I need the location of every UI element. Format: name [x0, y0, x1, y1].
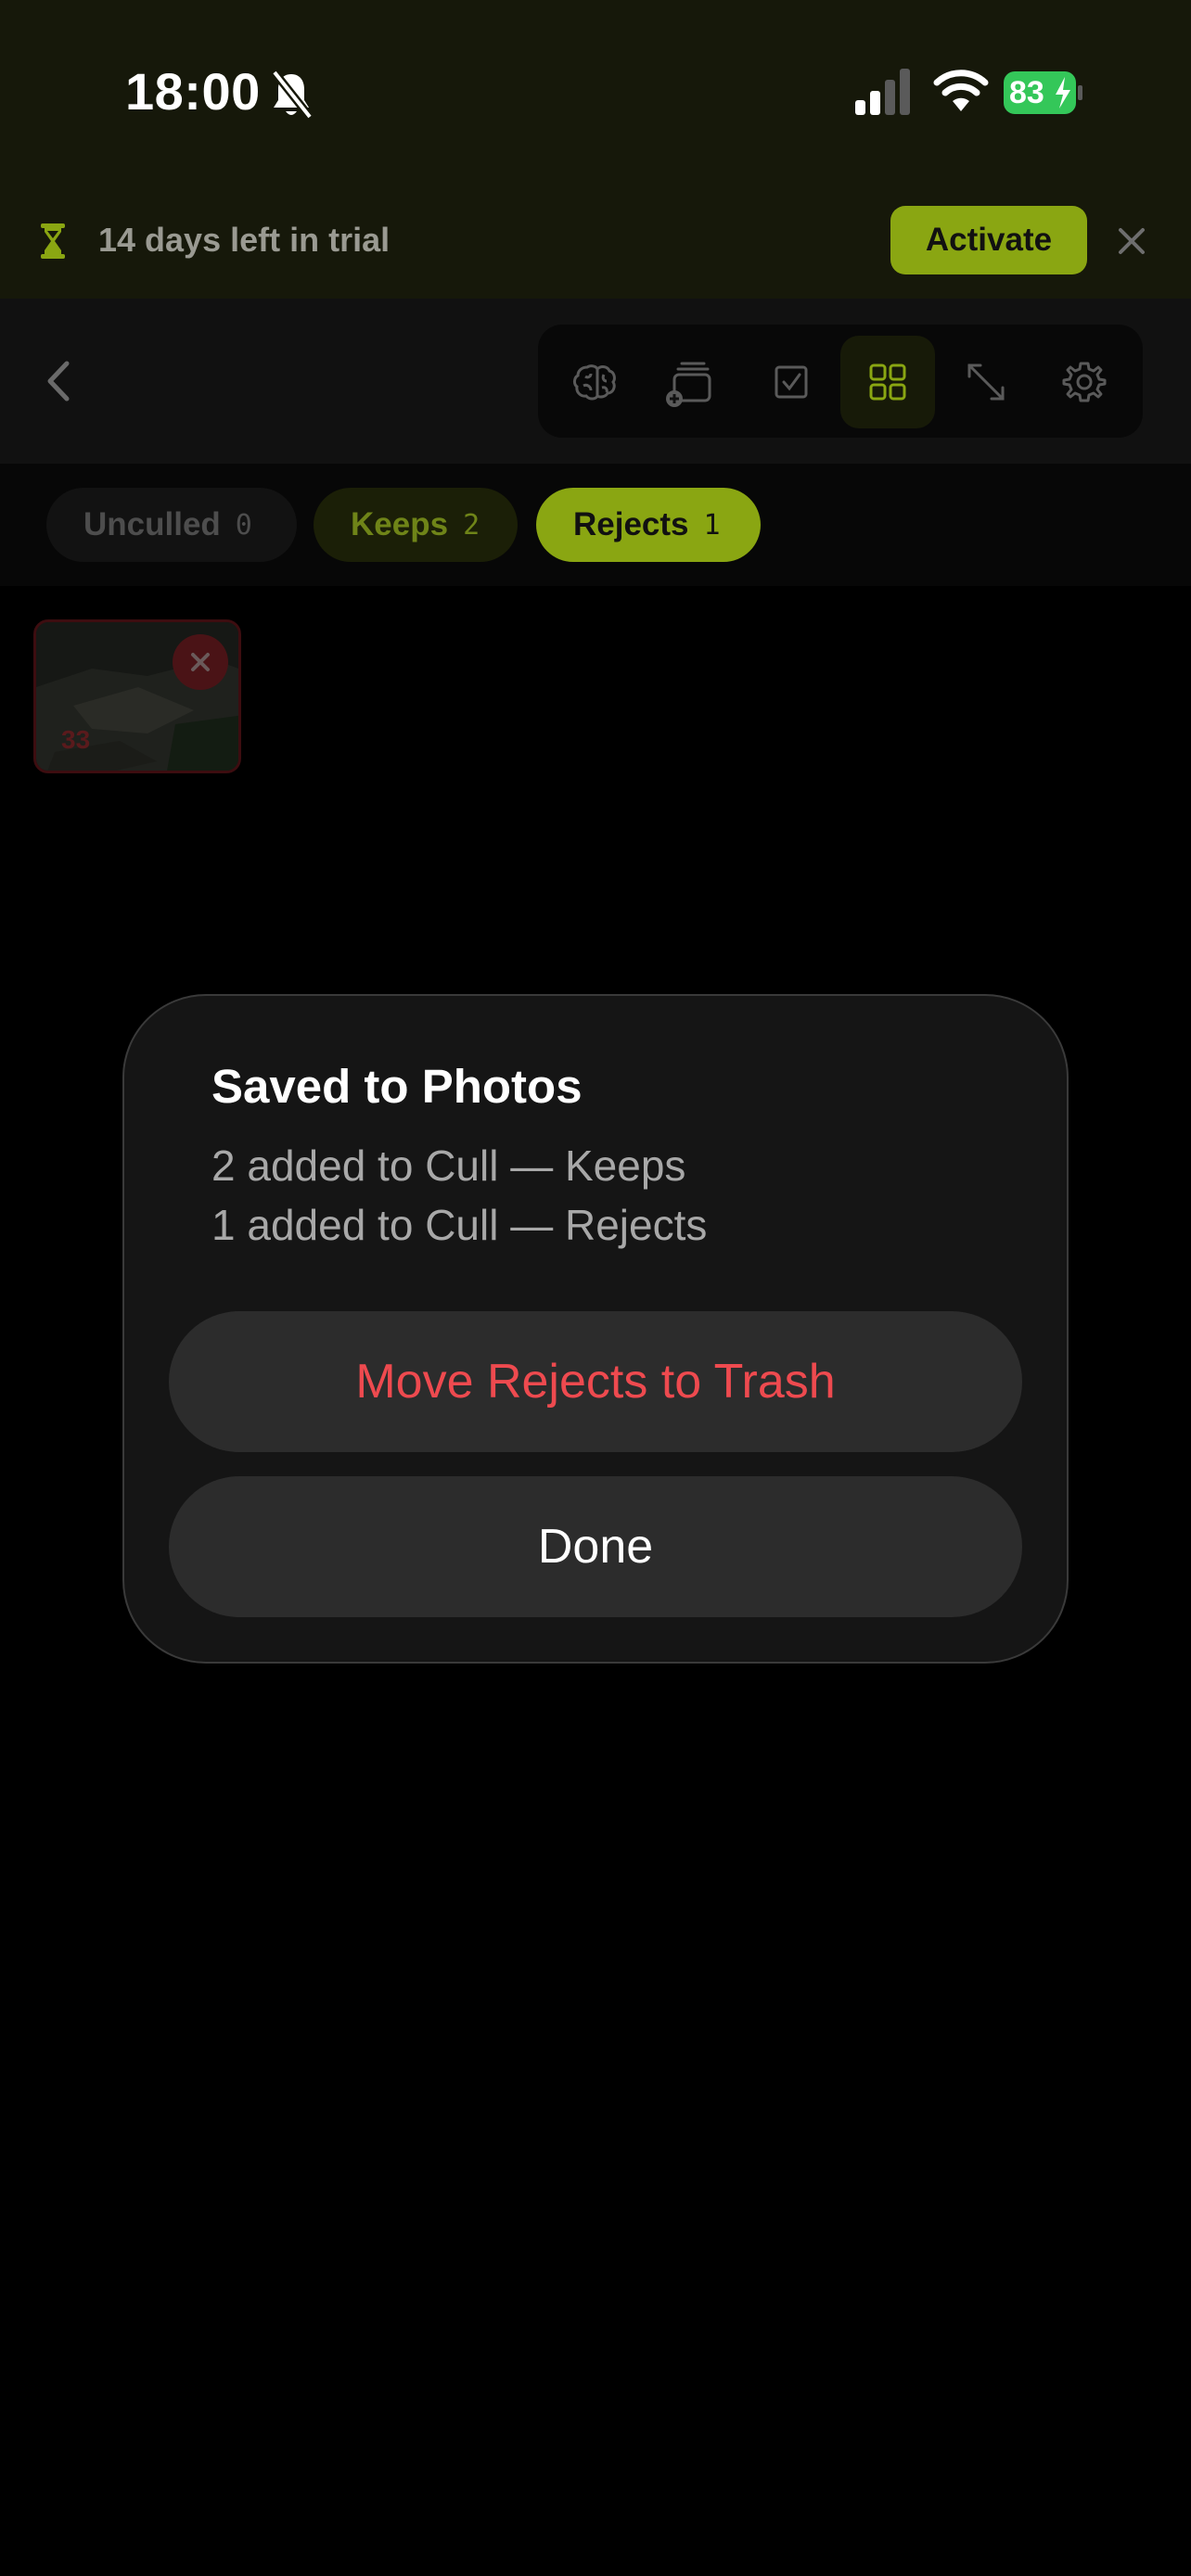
tab-keeps-label: Keeps [351, 506, 449, 542]
tab-keeps[interactable]: Keeps 2 [314, 488, 518, 562]
dialog-message-rejects: 1 added to Cull — Rejects [211, 1201, 708, 1249]
activate-button[interactable]: Activate [890, 206, 1087, 274]
tab-unculled-label: Unculled [83, 506, 221, 542]
reject-badge [173, 634, 228, 690]
done-button[interactable]: Done [169, 1476, 1022, 1617]
grid-view-button[interactable] [840, 336, 935, 428]
add-stack-button[interactable] [642, 336, 736, 428]
gear-icon [1062, 362, 1107, 402]
battery-percent: 83 [1009, 75, 1044, 110]
ai-brain-button[interactable] [547, 336, 642, 428]
select-button[interactable] [744, 336, 839, 428]
status-time: 18:00 [125, 62, 261, 121]
dialog-title: Saved to Photos [211, 1060, 583, 1113]
back-chevron-icon[interactable] [41, 358, 78, 404]
tab-rejects[interactable]: Rejects 1 [536, 488, 761, 562]
tab-unculled-count: 0 [235, 508, 252, 542]
fullscreen-button[interactable] [939, 336, 1033, 428]
checkbox-icon [775, 365, 808, 399]
grid-icon [869, 363, 906, 401]
expand-icon [967, 363, 1005, 401]
move-rejects-to-trash-button[interactable]: Move Rejects to Trash [169, 1311, 1022, 1452]
stack-add-icon [666, 362, 711, 407]
close-icon [191, 653, 210, 671]
bell-muted-icon [271, 70, 314, 120]
trial-message: 14 days left in trial [98, 221, 391, 259]
tab-keeps-count: 2 [463, 508, 480, 542]
brain-icon [573, 364, 616, 401]
close-icon[interactable] [1113, 223, 1150, 260]
thumbnail-number: 33 [61, 725, 91, 754]
dialog-message-keeps: 2 added to Cull — Keeps [211, 1141, 686, 1190]
battery-indicator: 83 [1004, 71, 1083, 114]
settings-button[interactable] [1037, 336, 1132, 428]
cellular-signal-icon [855, 69, 910, 115]
tab-unculled[interactable]: Unculled 0 [46, 488, 297, 562]
tab-rejects-count: 1 [703, 508, 721, 542]
wifi-icon [933, 70, 989, 111]
tab-rejects-label: Rejects [573, 506, 689, 542]
hourglass-icon [41, 223, 65, 259]
